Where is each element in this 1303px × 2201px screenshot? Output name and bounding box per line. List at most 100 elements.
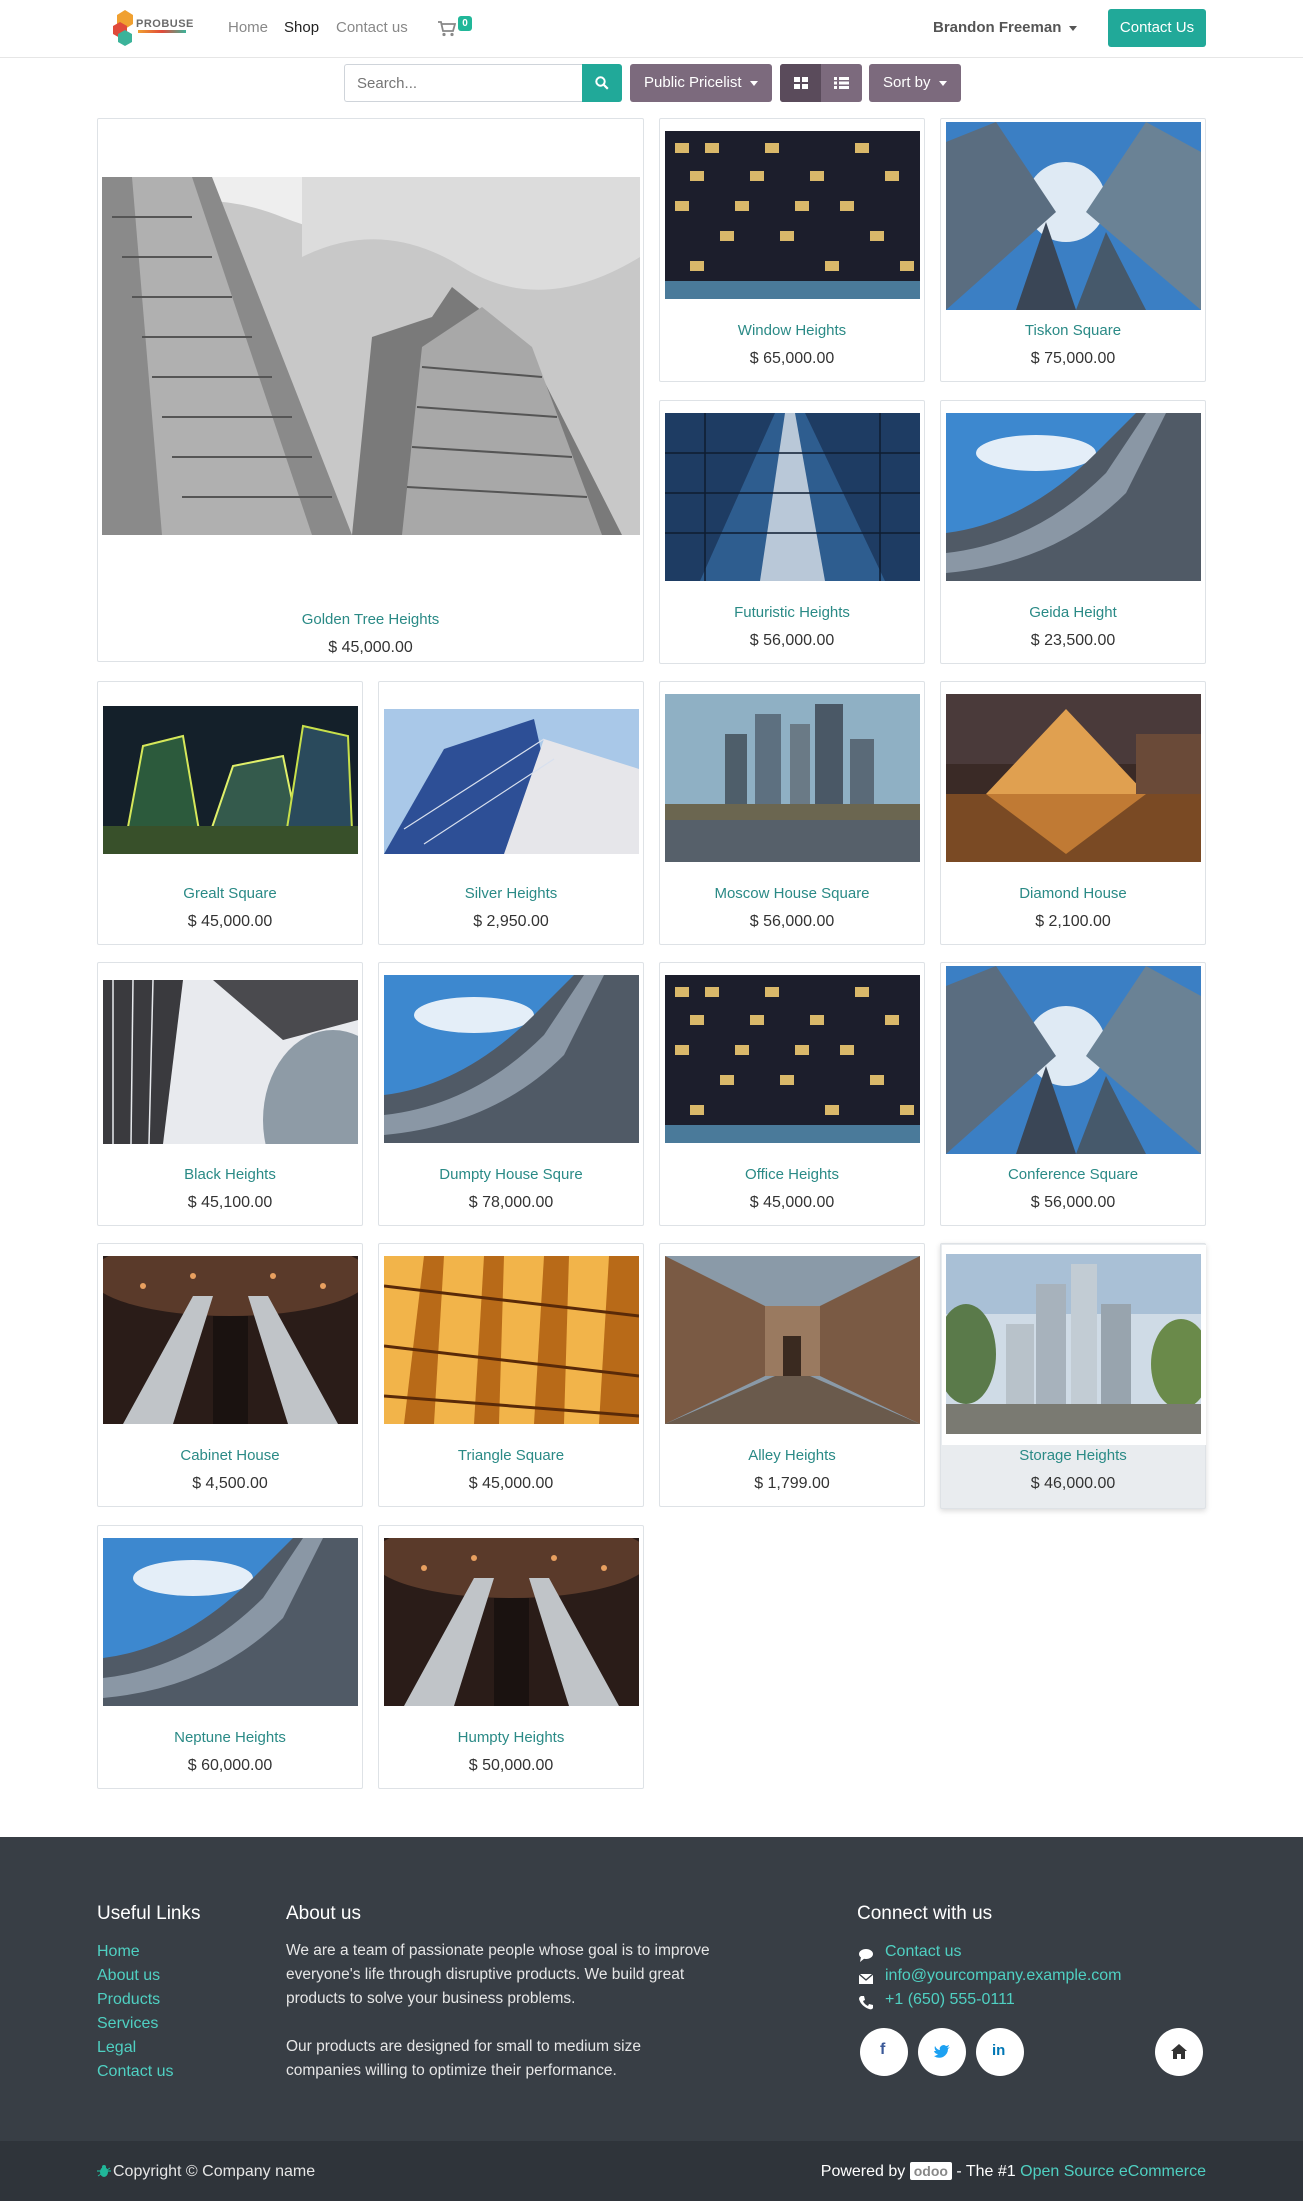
- facebook-icon: f: [880, 2041, 886, 2058]
- product-card[interactable]: Cabinet House $ 4,500.00: [97, 1243, 363, 1507]
- product-image[interactable]: [384, 1256, 639, 1424]
- product-image[interactable]: [384, 709, 639, 854]
- product-image[interactable]: [665, 413, 920, 581]
- product-card[interactable]: Grealt Square $ 45,000.00: [97, 681, 363, 945]
- product-name[interactable]: Diamond House: [941, 885, 1205, 902]
- product-image[interactable]: [946, 1254, 1201, 1434]
- product-image[interactable]: [665, 131, 920, 299]
- product-card[interactable]: Dumpty House Squre $ 78,000.00: [378, 962, 644, 1226]
- list-view-button[interactable]: [821, 64, 862, 102]
- product-name[interactable]: Grealt Square: [98, 885, 362, 902]
- product-name[interactable]: Triangle Square: [379, 1447, 643, 1464]
- product-card[interactable]: Humpty Heights $ 50,000.00: [378, 1525, 644, 1789]
- product-name[interactable]: Cabinet House: [98, 1447, 362, 1464]
- facebook-button[interactable]: f: [860, 2028, 908, 2076]
- phone-icon: [859, 1996, 873, 2010]
- connect-contact-link[interactable]: Contact us: [885, 1943, 961, 1961]
- product-card[interactable]: Moscow House Square $ 56,000.00: [659, 681, 925, 945]
- product-card[interactable]: Golden Tree Heights $ 45,000.00: [97, 118, 644, 662]
- product-name[interactable]: Conference Square: [941, 1166, 1205, 1183]
- product-card[interactable]: Alley Heights $ 1,799.00: [659, 1243, 925, 1507]
- product-name[interactable]: Alley Heights: [660, 1447, 924, 1464]
- search-button[interactable]: [582, 64, 622, 102]
- product-name[interactable]: Silver Heights: [379, 885, 643, 902]
- product-card[interactable]: Black Heights $ 45,100.00: [97, 962, 363, 1226]
- footer-link-services[interactable]: Services: [97, 2015, 158, 2033]
- product-card[interactable]: Tiskon Square $ 75,000.00: [940, 118, 1206, 382]
- product-name[interactable]: Office Heights: [660, 1166, 924, 1183]
- product-image[interactable]: [103, 980, 358, 1144]
- product-image[interactable]: [102, 177, 640, 535]
- product-card[interactable]: Neptune Heights $ 60,000.00: [97, 1525, 363, 1789]
- twitter-button[interactable]: [918, 2028, 966, 2076]
- product-card[interactable]: Geida Height $ 23,500.00: [940, 400, 1206, 664]
- footer-link-contact-us[interactable]: Contact us: [97, 2063, 173, 2081]
- product-card[interactable]: Futuristic Heights $ 56,000.00: [659, 400, 925, 664]
- product-name[interactable]: Tiskon Square: [941, 322, 1205, 339]
- product-name[interactable]: Neptune Heights: [98, 1729, 362, 1746]
- nav-home[interactable]: Home: [228, 19, 268, 36]
- product-name[interactable]: Window Heights: [660, 322, 924, 339]
- product-price: $ 56,000.00: [1030, 1194, 1116, 1211]
- about-text-line: Our products are designed for small to m…: [286, 2038, 641, 2055]
- cart-link[interactable]: 0: [438, 16, 472, 38]
- product-image[interactable]: [103, 706, 358, 854]
- sort-by-dropdown[interactable]: Sort by: [869, 64, 961, 102]
- user-name: Brandon Freeman: [933, 19, 1062, 36]
- odoo-logo[interactable]: odoo: [909, 2162, 952, 2180]
- product-image[interactable]: [946, 413, 1201, 581]
- linkedin-button[interactable]: in: [976, 2028, 1024, 2076]
- powered-by-text: Powered by: [820, 2163, 906, 2180]
- footer-link-home[interactable]: Home: [97, 1943, 140, 1961]
- product-price: $ 46,000.00: [1030, 1475, 1116, 1492]
- product-image[interactable]: [946, 694, 1201, 862]
- product-card[interactable]: Silver Heights $ 2,950.00: [378, 681, 644, 945]
- pricelist-dropdown[interactable]: Public Pricelist: [630, 64, 772, 102]
- grid-view-button[interactable]: [780, 64, 821, 102]
- product-name[interactable]: Moscow House Square: [660, 885, 924, 902]
- user-menu[interactable]: Brandon Freeman: [933, 19, 1078, 36]
- search-input[interactable]: [344, 64, 582, 102]
- product-card[interactable]: Conference Square $ 56,000.00: [940, 962, 1206, 1226]
- product-price: $ 45,100.00: [187, 1194, 273, 1211]
- product-image[interactable]: [384, 975, 639, 1143]
- sort-by-label: Sort by: [883, 74, 931, 91]
- product-image[interactable]: [103, 1538, 358, 1706]
- product-card[interactable]: Window Heights $ 65,000.00: [659, 118, 925, 382]
- product-name[interactable]: Dumpty House Squre: [379, 1166, 643, 1183]
- product-name[interactable]: Humpty Heights: [379, 1729, 643, 1746]
- logo-text: PROBUSE: [136, 18, 194, 30]
- company-logo[interactable]: PROBUSE: [112, 8, 193, 48]
- email-link[interactable]: info@yourcompany.example.com: [885, 1967, 1122, 1985]
- product-image[interactable]: [665, 694, 920, 862]
- product-card[interactable]: Diamond House $ 2,100.00: [940, 681, 1206, 945]
- product-image[interactable]: [665, 975, 920, 1143]
- home-button[interactable]: [1155, 2028, 1203, 2076]
- footer-link-about-us[interactable]: About us: [97, 1967, 160, 1985]
- nav-contact-us[interactable]: Contact us: [336, 19, 408, 36]
- product-name[interactable]: Storage Heights: [941, 1447, 1205, 1464]
- product-image[interactable]: [665, 1256, 920, 1424]
- phone-link[interactable]: +1 (650) 555-0111: [885, 1991, 1015, 2009]
- product-card[interactable]: Storage Heights $ 46,000.00: [940, 1243, 1206, 1509]
- view-toggle: [780, 64, 862, 102]
- product-name[interactable]: Geida Height: [941, 604, 1205, 621]
- product-card[interactable]: Triangle Square $ 45,000.00: [378, 1243, 644, 1507]
- logo-underline: [138, 30, 186, 33]
- product-image[interactable]: [103, 1256, 358, 1424]
- product-price: $ 56,000.00: [749, 913, 835, 930]
- copyright-text: Copyright © Company name: [113, 2163, 316, 2180]
- product-card[interactable]: Office Heights $ 45,000.00: [659, 962, 925, 1226]
- product-image[interactable]: [384, 1538, 639, 1706]
- product-name[interactable]: Black Heights: [98, 1166, 362, 1183]
- footer-link-legal[interactable]: Legal: [97, 2039, 136, 2057]
- product-name[interactable]: Futuristic Heights: [660, 604, 924, 621]
- nav-shop[interactable]: Shop: [284, 19, 319, 36]
- product-name[interactable]: Golden Tree Heights: [98, 611, 643, 628]
- footer-link-products[interactable]: Products: [97, 1991, 160, 2009]
- contact-us-button[interactable]: Contact Us: [1108, 9, 1206, 47]
- site-footer: Useful Links Home About us Products Serv…: [0, 1837, 1303, 2141]
- open-source-ecommerce-link[interactable]: Open Source eCommerce: [1020, 2163, 1206, 2180]
- product-image[interactable]: [946, 966, 1201, 1154]
- product-image[interactable]: [946, 122, 1201, 310]
